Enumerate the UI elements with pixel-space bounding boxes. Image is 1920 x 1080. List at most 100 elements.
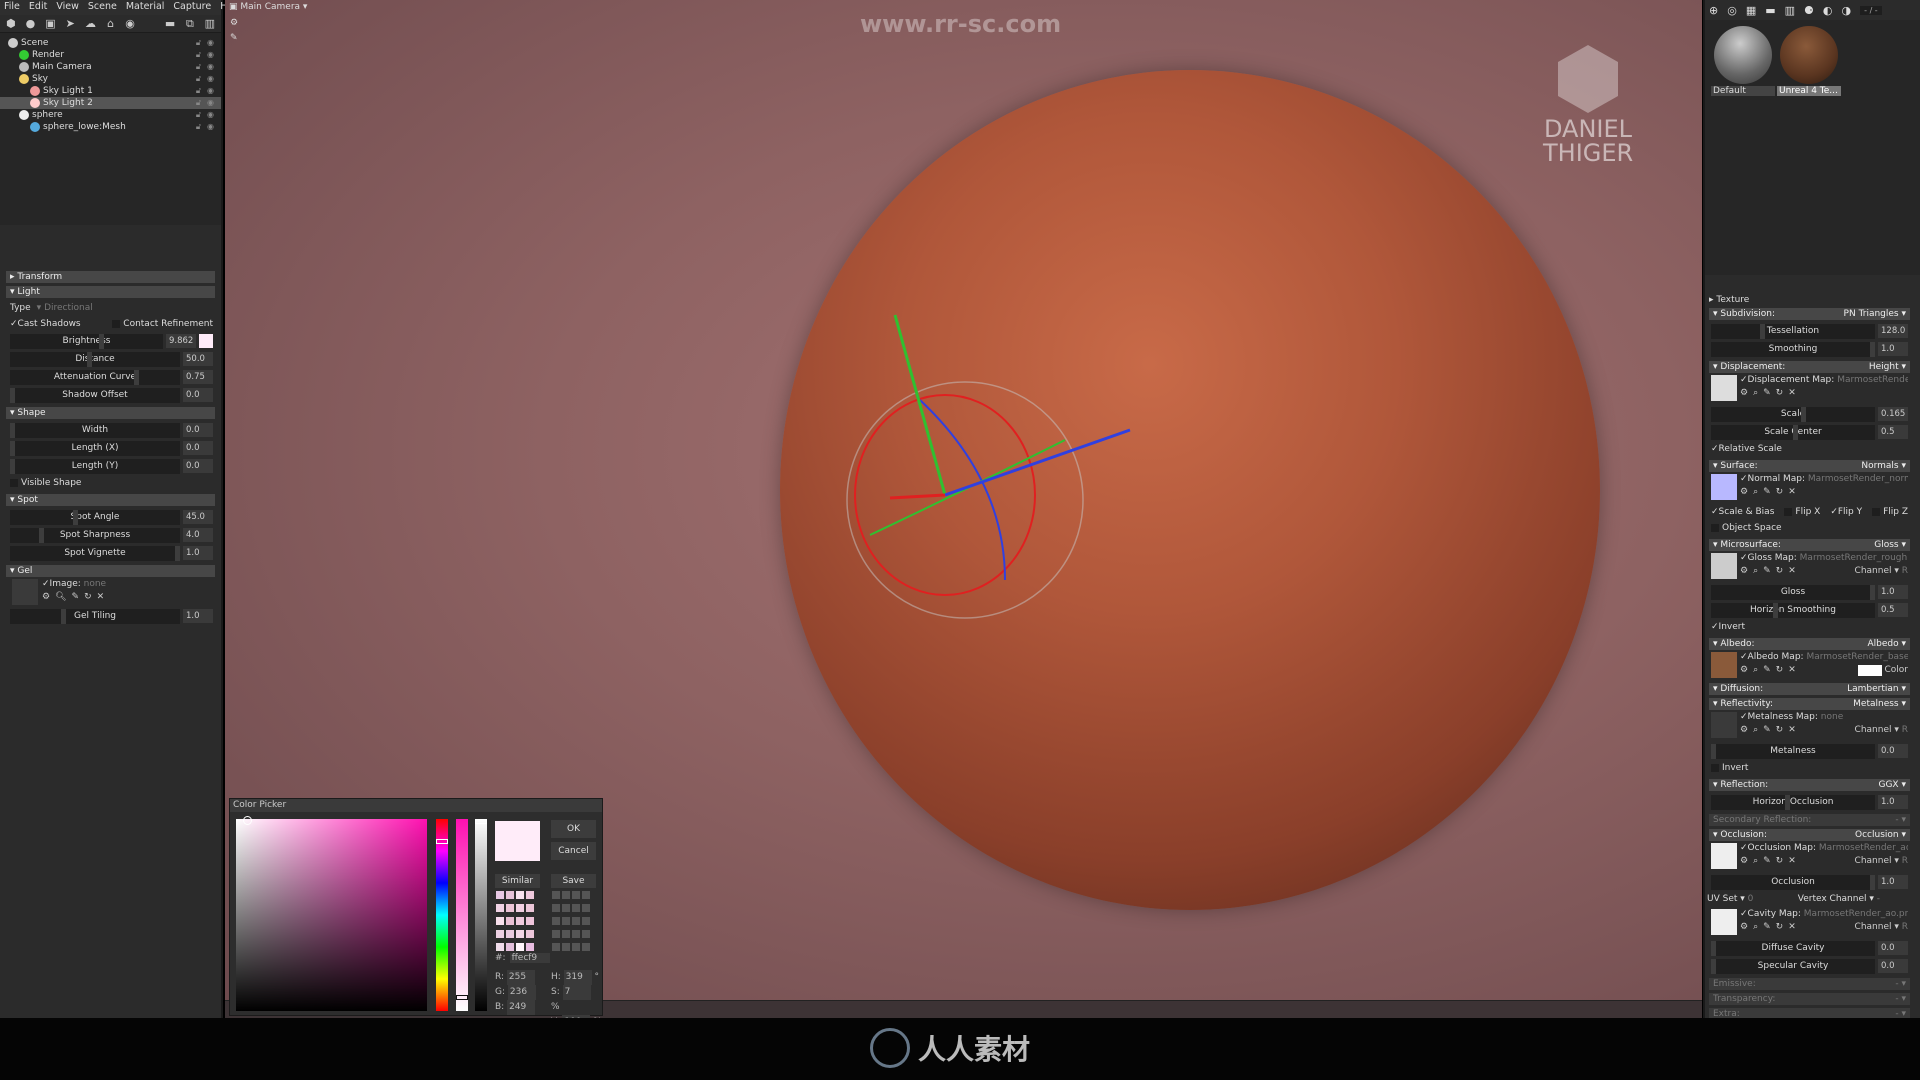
saved-swatch[interactable] — [562, 904, 570, 912]
section-transform[interactable]: ▸ Transform — [6, 271, 215, 283]
saved-swatch[interactable] — [562, 917, 570, 925]
saved-swatch[interactable] — [572, 904, 580, 912]
edit-icon[interactable]: ✎ — [1763, 566, 1771, 576]
albedo-color-swatch[interactable] — [1857, 665, 1882, 676]
microsurface-map-thumbnail[interactable] — [1711, 553, 1737, 579]
saved-swatch[interactable] — [552, 891, 560, 899]
eye-icon[interactable]: ◉ — [207, 121, 214, 133]
mode-dropdown[interactable]: - ▾ — [1895, 978, 1906, 990]
flip-x-checkbox[interactable]: Flip X — [1784, 504, 1820, 520]
lock-icon[interactable]: 🔓︎ — [196, 73, 201, 85]
checker-icon[interactable]: ▦ — [1746, 4, 1756, 17]
edit-icon[interactable]: ✎ — [1763, 665, 1771, 676]
section-reflection[interactable]: ▾ Reflection: GGX ▾ — [1709, 779, 1910, 791]
lock-icon[interactable]: 🔓︎ — [196, 61, 201, 73]
eye-icon[interactable]: ◉ — [207, 85, 214, 97]
distance-value[interactable]: 50.0 — [183, 352, 213, 366]
section-gel[interactable]: ▾ Gel — [6, 565, 215, 577]
close-icon[interactable]: ✕ — [97, 592, 105, 602]
cavity-map-thumbnail[interactable] — [1711, 909, 1737, 935]
smoothing-value[interactable]: 1.0 — [1878, 342, 1908, 356]
close-icon[interactable]: ✕ — [1788, 665, 1796, 676]
reload-icon[interactable]: ↻ — [1776, 388, 1784, 398]
mode-dropdown[interactable]: Albedo ▾ — [1867, 638, 1906, 650]
add-audio-icon[interactable]: ◉ — [125, 18, 135, 29]
similar-swatch[interactable] — [516, 891, 524, 899]
length-x-slider[interactable]: Length (X) — [10, 440, 180, 456]
tree-item[interactable]: Main Camera 🔓︎ ◉ — [0, 61, 221, 73]
similar-swatch[interactable] — [496, 891, 504, 899]
mode-dropdown[interactable]: Height ▾ — [1869, 361, 1906, 373]
attenuation-value[interactable]: 0.75 — [183, 370, 213, 384]
edit-icon[interactable]: ✎ — [1763, 388, 1771, 398]
green-input[interactable]: 236 — [507, 985, 536, 1000]
settings-icon[interactable]: ⚙ — [42, 592, 50, 602]
saved-swatch[interactable] — [562, 930, 570, 938]
channel-dropdown[interactable]: Channel ▾ R — [1855, 566, 1908, 576]
saturation-input[interactable]: 7 — [562, 985, 591, 1000]
cancel-button[interactable]: Cancel — [551, 842, 596, 860]
invert-checkbox[interactable]: ✓Invert — [1711, 619, 1745, 635]
saved-swatch[interactable] — [572, 930, 580, 938]
contact-refinement-checkbox[interactable]: Contact Refinement — [112, 316, 213, 332]
cast-shadows-checkbox[interactable]: ✓Cast Shadows — [10, 316, 81, 332]
saved-swatch[interactable] — [552, 904, 560, 912]
channel-dropdown[interactable]: Channel ▾ R — [1855, 856, 1908, 866]
section-reflectivity[interactable]: ▾ Reflectivity: Metalness ▾ — [1709, 698, 1910, 710]
similar-swatch[interactable] — [506, 930, 514, 938]
gizmo-outer-ring[interactable] — [846, 381, 1084, 619]
scale_center-slider[interactable]: Scale Center — [1711, 424, 1875, 440]
diffuse_cavity-value[interactable]: 0.0 — [1878, 941, 1908, 955]
hue-slider[interactable] — [436, 819, 448, 1011]
hue-handle[interactable] — [436, 839, 448, 844]
close-icon[interactable]: ✕ — [1788, 922, 1796, 932]
material-unreal[interactable]: Unreal 4 Te... — [1777, 24, 1841, 96]
close-icon[interactable]: ✕ — [1788, 725, 1796, 735]
search-icon[interactable]: ⌕ — [1753, 487, 1758, 497]
hue-input[interactable]: 319 — [563, 970, 592, 985]
brightness-value[interactable]: 9.862 — [166, 334, 196, 348]
tree-item[interactable]: Scene 🔓︎ ◉ — [0, 37, 221, 49]
width-slider[interactable]: Width — [10, 422, 180, 438]
saved-swatch[interactable] — [572, 891, 580, 899]
gel-tiling-value[interactable]: 1.0 — [183, 609, 213, 623]
mode-dropdown[interactable]: Gloss ▾ — [1874, 539, 1906, 551]
section-emissive[interactable]: Emissive: - ▾ — [1709, 978, 1910, 990]
section-albedo[interactable]: ▾ Albedo: Albedo ▾ — [1709, 638, 1910, 650]
menu-edit[interactable]: Edit — [29, 1, 47, 14]
metalness-slider[interactable]: Metalness — [1711, 743, 1875, 759]
similar-swatch[interactable] — [506, 891, 514, 899]
tree-item[interactable]: Sky Light 2 🔓︎ ◉ — [0, 97, 221, 109]
value-slider[interactable] — [475, 819, 487, 1011]
settings-icon[interactable]: ⚙ — [1740, 665, 1748, 676]
tree-item[interactable]: Sky 🔓︎ ◉ — [0, 73, 221, 85]
saved-swatch[interactable] — [552, 917, 560, 925]
gloss-value[interactable]: 1.0 — [1878, 585, 1908, 599]
saved-swatch[interactable] — [552, 930, 560, 938]
gizmo-y-axis[interactable] — [893, 314, 947, 496]
brightness-color-swatch[interactable] — [199, 334, 213, 348]
edit-icon[interactable]: ✎ — [1763, 487, 1771, 497]
menu-scene[interactable]: Scene — [88, 1, 117, 14]
mode-dropdown[interactable]: Normals ▾ — [1861, 460, 1906, 472]
saturation-value-field[interactable] — [236, 816, 427, 1011]
eye-icon[interactable]: ◉ — [207, 61, 214, 73]
hex-input[interactable]: ffecf9 — [509, 953, 550, 963]
width-value[interactable]: 0.0 — [183, 423, 213, 437]
ok-button[interactable]: OK — [551, 820, 596, 838]
saved-swatch[interactable] — [552, 943, 560, 951]
eye-icon[interactable]: ◉ — [207, 49, 214, 61]
menu-capture[interactable]: Capture — [173, 1, 211, 14]
similar-swatch[interactable] — [516, 943, 524, 951]
vertex-channel-dropdown[interactable]: Vertex Channel ▾ - — [1798, 891, 1880, 907]
eye-icon[interactable]: ◉ — [207, 97, 214, 109]
lock-icon[interactable]: 🔓︎ — [196, 85, 201, 97]
similar-swatch[interactable] — [496, 904, 504, 912]
visible-shape-checkbox[interactable]: Visible Shape — [10, 475, 213, 491]
gloss-slider[interactable]: Gloss — [1711, 584, 1875, 600]
attenuation-slider[interactable]: Attenuation Curve — [10, 369, 180, 385]
menu-view[interactable]: View — [56, 1, 79, 14]
mode-dropdown[interactable]: Metalness ▾ — [1853, 698, 1906, 710]
tree-item[interactable]: sphere 🔓︎ ◉ — [0, 109, 221, 121]
channel-dropdown[interactable]: Channel ▾ R — [1855, 922, 1908, 932]
